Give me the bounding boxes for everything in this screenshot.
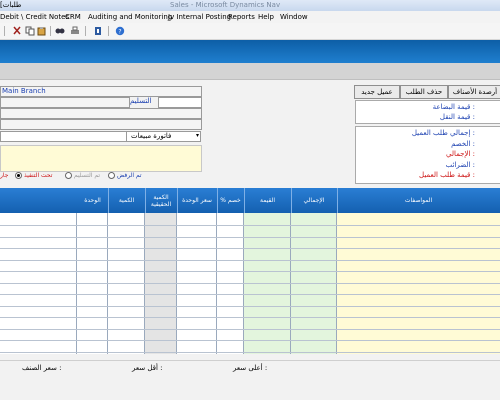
grid-col-quantity[interactable] <box>108 213 145 354</box>
grid-col-item[interactable] <box>0 213 77 354</box>
menu-jv-internal-posting[interactable]: Jv Internal Posting <box>168 13 231 21</box>
find-icon[interactable] <box>55 26 65 36</box>
doc-type-select[interactable]: فاتورة مبيعات ▾ <box>126 131 201 142</box>
col-header-discount[interactable]: % خصم <box>217 188 245 213</box>
menu-debit-credit-notes[interactable]: Debit \ Credit Notes <box>0 13 69 21</box>
table-row[interactable] <box>0 259 500 261</box>
radio-delivered-label: تم التسليم <box>74 172 101 179</box>
delivery-input[interactable] <box>158 97 202 108</box>
exit-icon[interactable] <box>93 26 103 36</box>
col-header-unit-price[interactable]: سعر الوحدة <box>177 188 218 213</box>
address-field[interactable] <box>0 108 202 119</box>
radio-rejected-label: تم الرفض <box>117 172 142 179</box>
notes-field[interactable] <box>0 119 202 130</box>
status-bar: سعر الصنف : أقل سعر : أعلى سعر : <box>0 360 500 374</box>
col-header-quantity[interactable]: الكمية <box>108 188 146 213</box>
doc-type-value: فاتورة مبيعات <box>131 132 172 140</box>
order-total-label: إجمالي طلب العميل : <box>411 129 475 137</box>
menu-crm[interactable]: CRM <box>65 13 81 21</box>
remarks-area[interactable] <box>0 145 202 172</box>
cut-icon[interactable] <box>12 26 22 36</box>
toolbar-separator <box>50 26 51 36</box>
table-row[interactable] <box>0 294 500 295</box>
item-price-label: سعر الصنف : <box>22 364 62 372</box>
grid-col-value <box>244 213 291 354</box>
min-price-label: أقل سعر : <box>132 364 163 372</box>
radio-rejected[interactable] <box>108 172 115 179</box>
help-icon[interactable]: ? <box>115 26 125 36</box>
svg-text:?: ? <box>118 29 121 36</box>
grid-col-total <box>291 213 337 354</box>
table-row[interactable] <box>0 236 500 238</box>
table-row[interactable] <box>0 317 500 318</box>
taxes-label: الضرائب : <box>445 161 475 169</box>
menu-help[interactable]: Help <box>258 13 274 21</box>
branch-label: Main Branch <box>2 87 46 95</box>
stock-balance-button[interactable]: أرصدة الأصناف <box>448 85 500 99</box>
toolbar-separator <box>85 26 86 36</box>
delete-order-button[interactable]: حذف الطلب <box>400 85 448 99</box>
radio-delivered[interactable] <box>65 172 72 179</box>
table-row[interactable] <box>0 351 500 353</box>
chevron-down-icon[interactable]: ▾ <box>196 132 199 139</box>
toolbar: ? <box>0 23 500 40</box>
table-row[interactable] <box>0 225 500 226</box>
grid-col-specifications[interactable] <box>337 213 500 354</box>
paste-icon[interactable] <box>37 26 47 36</box>
grid-col-unit-price[interactable] <box>177 213 217 354</box>
header-stripe <box>0 63 500 80</box>
header-banner <box>0 40 500 63</box>
total-label: الإجمالي : <box>445 150 475 158</box>
menu-reports[interactable]: Reports <box>228 13 255 21</box>
menu-auditing[interactable]: Auditing and Monitoring <box>88 13 172 21</box>
col-header-specifications[interactable]: المواصفات <box>337 188 500 213</box>
max-price-label: أعلى سعر : <box>233 364 268 372</box>
grid-col-unit[interactable] <box>77 213 108 354</box>
order-lines-grid[interactable]: الوحدة الكمية الكمية الحقيقية سعر الوحدة… <box>0 188 500 354</box>
customer-field[interactable] <box>0 97 130 108</box>
print-icon[interactable] <box>70 26 80 36</box>
grid-col-discount[interactable] <box>217 213 244 354</box>
col-header-real-quantity[interactable]: الكمية الحقيقية <box>145 188 178 213</box>
values-panel: قيمة البضاعة : قيمة النقل : <box>355 100 500 124</box>
shipping-value-label: قيمة النقل : <box>439 113 475 121</box>
reference-input[interactable] <box>0 131 128 142</box>
col-header-value[interactable]: القيمة <box>244 188 292 213</box>
order-value-label: قيمة طلب العميل : <box>419 171 475 179</box>
grid-col-real-quantity <box>145 213 177 354</box>
totals-panel: إجمالي طلب العميل : الخصم : الإجمالي : ا… <box>355 126 500 184</box>
branch-field[interactable]: Main Branch <box>0 86 202 97</box>
grid-header: الوحدة الكمية الكمية الحقيقية سعر الوحدة… <box>0 188 500 213</box>
table-row[interactable] <box>0 248 500 249</box>
toolbar-separator <box>4 26 5 36</box>
table-row[interactable] <box>0 271 500 272</box>
col-header-total[interactable]: الإجمالي <box>291 188 338 213</box>
new-customer-button[interactable]: عميل جديد <box>354 85 400 99</box>
bottom-area <box>0 374 500 400</box>
goods-value-label: قيمة البضاعة : <box>432 103 475 111</box>
toolbar-separator <box>108 26 109 36</box>
discount-label: الخصم : <box>451 140 475 148</box>
radio-in-progress-label: تحت التنفيذ <box>24 172 53 179</box>
radio-in-progress[interactable] <box>15 172 22 179</box>
radio-left-label: جار <box>0 172 9 179</box>
menu-window[interactable]: Window <box>280 13 308 21</box>
table-row[interactable] <box>0 305 500 307</box>
window-title-faded: Sales - Microsoft Dynamics Nav <box>170 1 281 9</box>
copy-icon[interactable] <box>25 26 35 36</box>
col-header-unit[interactable]: الوحدة <box>77 188 109 213</box>
table-row[interactable] <box>0 328 500 330</box>
title-bar: [طلبات Sales - Microsoft Dynamics Nav <box>0 0 500 11</box>
window-title: [طلبات <box>0 1 22 9</box>
table-row[interactable] <box>0 340 500 341</box>
table-row[interactable] <box>0 282 500 284</box>
delivery-label: التسليم <box>130 97 152 105</box>
